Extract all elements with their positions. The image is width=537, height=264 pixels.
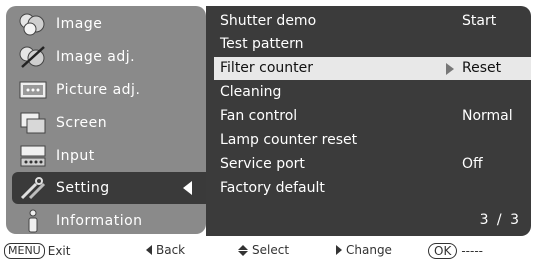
menu-item-picture-adj[interactable]: Picture adj. [6, 74, 206, 106]
help-select: Select [238, 243, 289, 257]
play-arrow-icon [446, 63, 454, 75]
up-down-arrow-icon [238, 244, 248, 256]
help-back-label: Back [156, 243, 186, 257]
selected-arrow-icon [183, 181, 192, 195]
help-exit-label: Exit [47, 244, 71, 258]
right-arrow-icon [336, 245, 342, 255]
row-filter-counter[interactable]: Filter counter Reset [214, 57, 531, 80]
help-bar: MENU Exit Back Select Change OK ----- [0, 238, 537, 264]
row-value: Reset [462, 60, 502, 76]
row-fan-control[interactable]: Fan control Normal [206, 105, 531, 128]
help-change-label: Change [346, 243, 392, 257]
page-indicator: 3 / 3 [479, 212, 521, 228]
help-change: Change [336, 243, 392, 257]
row-value: Normal [462, 108, 513, 124]
row-test-pattern[interactable]: Test pattern [206, 33, 531, 56]
row-label: Fan control [220, 108, 298, 124]
help-back: Back [146, 243, 185, 257]
row-label: Cleaning [220, 84, 282, 100]
row-label: Shutter demo [220, 13, 317, 29]
row-label: Filter counter [220, 60, 313, 76]
menu-item-input[interactable]: Input [6, 140, 206, 172]
left-arrow-icon [146, 245, 152, 255]
row-label: Test pattern [220, 36, 304, 52]
row-label: Factory default [220, 180, 325, 196]
menu-item-screen[interactable]: Screen [6, 107, 206, 139]
menu-item-information[interactable]: Information [6, 205, 206, 234]
image-icon [16, 11, 50, 37]
menu-item-label: Image adj. [56, 49, 136, 65]
information-icon [16, 208, 50, 234]
picture-adj-icon [16, 77, 50, 103]
menu-item-label: Input [56, 148, 95, 164]
row-factory-default[interactable]: Factory default [206, 177, 531, 200]
menu-item-label: Picture adj. [56, 82, 141, 98]
menu-item-setting[interactable]: Setting [12, 172, 206, 204]
menu-item-image[interactable]: Image [6, 8, 206, 40]
help-select-label: Select [252, 243, 290, 257]
row-shutter-demo[interactable]: Shutter demo Start [206, 10, 531, 33]
setting-icon [16, 175, 50, 201]
screen-icon [16, 110, 50, 136]
row-cleaning[interactable]: Cleaning [206, 81, 531, 104]
input-icon [16, 143, 50, 169]
help-ok-label: ----- [461, 244, 483, 258]
projector-osd-menu: Image Image adj. Picture adj. Screen Inp… [0, 0, 537, 264]
row-value: Off [462, 156, 483, 172]
help-ok: OK ----- [428, 243, 483, 259]
menu-item-label: Setting [56, 180, 110, 196]
image-adj-icon [16, 44, 50, 70]
main-menu-panel: Image Image adj. Picture adj. Screen Inp… [6, 6, 206, 234]
row-value: Start [462, 13, 497, 29]
row-label: Service port [220, 156, 305, 172]
menu-item-image-adj[interactable]: Image adj. [6, 41, 206, 73]
menu-item-label: Screen [56, 115, 108, 131]
menu-key-icon: MENU [4, 243, 45, 259]
row-label: Lamp counter reset [220, 132, 358, 148]
row-lamp-counter-reset[interactable]: Lamp counter reset [206, 129, 531, 152]
settings-panel: Shutter demo Start Test pattern Filter c… [206, 6, 531, 236]
help-exit: MENU Exit [4, 243, 70, 259]
menu-item-label: Image [56, 16, 103, 32]
row-service-port[interactable]: Service port Off [206, 153, 531, 176]
menu-item-label: Information [56, 213, 143, 229]
ok-key-icon: OK [428, 243, 458, 259]
